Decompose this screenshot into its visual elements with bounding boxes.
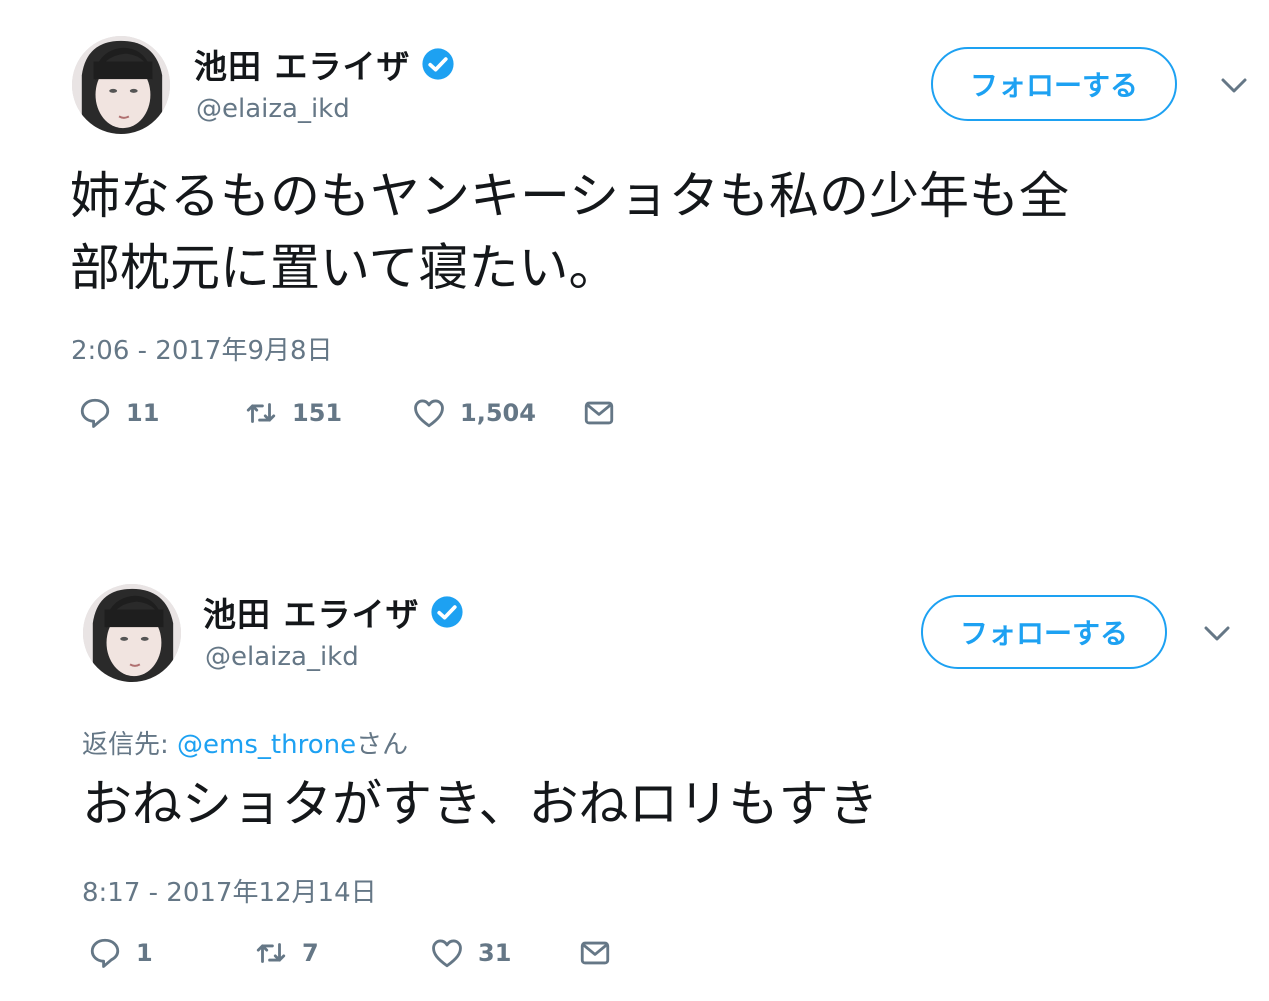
verified-badge-icon bbox=[430, 595, 464, 629]
follow-button[interactable]: フォローする bbox=[921, 595, 1167, 669]
tweet-card: 池田 エライザ @elaiza_ikd フォローする 返信先: @ems_thr… bbox=[0, 560, 1269, 1001]
tweet-timestamp[interactable]: 8:17 - 2017年12月14日 bbox=[82, 872, 377, 909]
tweet-text: おねショタがすき、おねロリもすき bbox=[82, 768, 879, 840]
retweet-icon bbox=[244, 396, 278, 430]
tweet-text: 姉なるものもヤンキーショタも私の少年も全 部枕元に置いて寝たい。 bbox=[70, 160, 1069, 304]
like-action[interactable]: 31 bbox=[430, 936, 578, 970]
message-action[interactable] bbox=[578, 936, 612, 970]
user-handle[interactable]: @elaiza_ikd bbox=[205, 642, 359, 672]
like-action[interactable]: 1,504 bbox=[412, 396, 582, 430]
chevron-down-icon[interactable] bbox=[1202, 624, 1232, 644]
reply-prefix: 返信先: bbox=[82, 730, 178, 760]
reply-icon bbox=[78, 396, 112, 430]
tweet-timestamp[interactable]: 2:06 - 2017年9月8日 bbox=[71, 330, 333, 367]
display-name[interactable]: 池田 エライザ bbox=[194, 40, 411, 88]
tweet-actions: 1 7 31 bbox=[88, 936, 612, 970]
retweet-icon bbox=[254, 936, 288, 970]
heart-icon bbox=[412, 396, 446, 430]
tweet-card: 池田 エライザ @elaiza_ikd フォローする 姉なるものもヤンキーショタ… bbox=[0, 0, 1269, 470]
user-handle[interactable]: @elaiza_ikd bbox=[196, 94, 350, 124]
reply-action[interactable]: 11 bbox=[78, 396, 244, 430]
follow-button[interactable]: フォローする bbox=[931, 47, 1177, 121]
tweet-text-line: 部枕元に置いて寝たい。 bbox=[70, 239, 619, 297]
reply-action[interactable]: 1 bbox=[88, 936, 254, 970]
message-action[interactable] bbox=[582, 396, 616, 430]
name-row: 池田 エライザ bbox=[203, 588, 464, 636]
like-count: 1,504 bbox=[460, 399, 536, 427]
reply-count: 11 bbox=[126, 399, 160, 427]
tweet-text-line: おねショタがすき、おねロリもすき bbox=[82, 775, 879, 833]
reply-suffix: さん bbox=[356, 730, 409, 760]
avatar[interactable] bbox=[72, 36, 170, 134]
retweet-count: 7 bbox=[302, 939, 319, 967]
display-name[interactable]: 池田 エライザ bbox=[203, 588, 420, 636]
retweet-action[interactable]: 151 bbox=[244, 396, 412, 430]
like-count: 31 bbox=[478, 939, 512, 967]
envelope-icon bbox=[578, 936, 612, 970]
avatar[interactable] bbox=[83, 584, 181, 682]
tweet-text-line: 姉なるものもヤンキーショタも私の少年も全 bbox=[70, 167, 1069, 225]
reply-count: 1 bbox=[136, 939, 153, 967]
retweet-action[interactable]: 7 bbox=[254, 936, 430, 970]
envelope-icon bbox=[582, 396, 616, 430]
heart-icon bbox=[430, 936, 464, 970]
tweet-actions: 11 151 1,504 bbox=[78, 396, 616, 430]
reply-icon bbox=[88, 936, 122, 970]
chevron-down-icon[interactable] bbox=[1219, 76, 1249, 96]
retweet-count: 151 bbox=[292, 399, 343, 427]
replying-to: 返信先: @ems_throneさん bbox=[82, 724, 408, 761]
verified-badge-icon bbox=[421, 47, 455, 81]
name-row: 池田 エライザ bbox=[194, 40, 455, 88]
reply-mention-link[interactable]: @ems_throne bbox=[177, 730, 356, 760]
